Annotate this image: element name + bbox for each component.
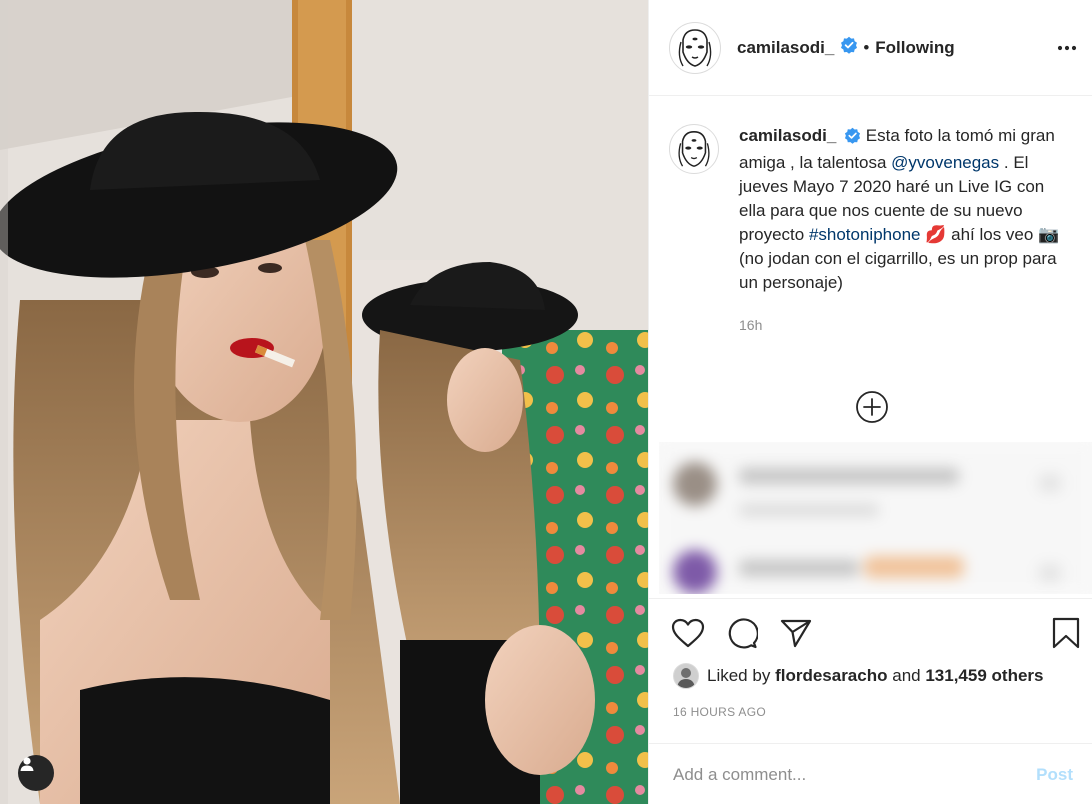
likes-prefix: Liked by: [707, 666, 771, 685]
comment-input[interactable]: [673, 764, 1037, 785]
caption-text-part-3: ahí los veo: [951, 225, 1034, 244]
comment-form: Post: [649, 743, 1092, 804]
post-timestamp[interactable]: 16 HOURS AGO: [673, 705, 766, 719]
post-actions: Liked by flordesaracho and 131,459 other…: [649, 598, 1092, 804]
user-tag-icon[interactable]: [18, 755, 54, 791]
post-comment-button[interactable]: Post: [1036, 765, 1073, 785]
verified-badge-icon: [840, 36, 858, 59]
photo-illustration: [0, 0, 648, 804]
post-photo[interactable]: [0, 0, 648, 804]
header-separator: •: [863, 37, 870, 57]
caption-avatar[interactable]: [669, 124, 719, 174]
liker-avatar[interactable]: [673, 663, 699, 689]
post-sidebar: camilasodi_ • Following camilasodi_ Esta…: [648, 0, 1092, 804]
post-header: camilasodi_ • Following: [649, 0, 1092, 96]
avatar-illustration-icon: [673, 128, 715, 170]
avatar-illustration-icon: [673, 25, 717, 70]
likes-summary: Liked by flordesaracho and 131,459 other…: [673, 663, 1043, 689]
likes-connector: and: [892, 666, 921, 685]
caption-time[interactable]: 16h: [739, 313, 1069, 337]
liker-username[interactable]: flordesaracho: [775, 666, 887, 686]
camera-emoji: 📷: [1038, 225, 1060, 244]
caption-username[interactable]: camilasodi_: [739, 126, 836, 145]
share-icon[interactable]: [779, 616, 813, 650]
caption-text: camilasodi_ Esta foto la tomó mi gran am…: [739, 124, 1069, 337]
comment-icon[interactable]: [725, 616, 759, 650]
bookmark-icon[interactable]: [1049, 616, 1083, 650]
following-button[interactable]: Following: [875, 38, 954, 58]
caption-mention-link[interactable]: @yvovenegas: [891, 153, 999, 172]
lips-emoji: 💋: [925, 225, 947, 244]
profile-avatar[interactable]: [669, 21, 721, 74]
more-options-icon[interactable]: [1055, 36, 1079, 60]
load-more-icon[interactable]: [855, 390, 889, 424]
caption-hashtag-link[interactable]: #shotoniphone: [809, 225, 921, 244]
caption-text-part-4: (no jodan con el cigarrillo, es un prop …: [739, 249, 1057, 292]
blurred-comments: [659, 442, 1092, 594]
verified-badge-icon: [844, 127, 861, 151]
header-username[interactable]: camilasodi_: [737, 38, 834, 58]
post-caption: camilasodi_ Esta foto la tomó mi gran am…: [669, 124, 1079, 337]
likes-others-link[interactable]: 131,459 others: [925, 666, 1043, 686]
heart-icon[interactable]: [671, 616, 705, 650]
